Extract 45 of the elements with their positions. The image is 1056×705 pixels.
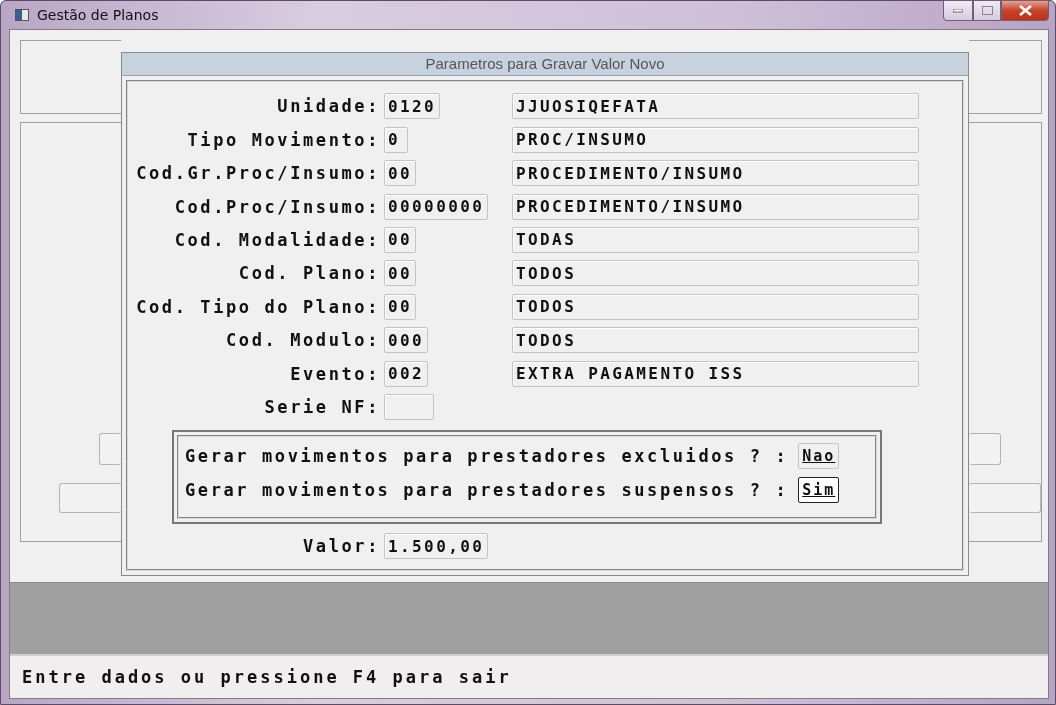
field-label: Cod.Gr.Proc/Insumo: xyxy=(135,163,381,184)
app-icon xyxy=(15,8,29,21)
field-label: Cod. Plano: xyxy=(237,263,381,284)
code-field[interactable]: 1.500,00 xyxy=(384,533,489,560)
code-field[interactable]: 0120 xyxy=(384,93,441,120)
description-field: PROC/INSUMO xyxy=(512,126,919,153)
code-field[interactable]: 0 xyxy=(384,126,408,153)
minimize-icon xyxy=(953,8,963,13)
field-label: Cod.Proc/Insumo: xyxy=(173,196,381,217)
maximize-button[interactable] xyxy=(973,0,1001,21)
maximize-icon xyxy=(981,6,993,15)
field-label: Cod. Modulo: xyxy=(224,330,381,351)
field-label: Unidade: xyxy=(276,96,381,117)
code-field[interactable]: 000 xyxy=(384,327,429,354)
description-field: PROCEDIMENTO/INSUMO xyxy=(512,193,919,220)
description-field: EXTRA PAGAMENTO ISS xyxy=(512,360,919,387)
field-label: Evento: xyxy=(289,363,381,384)
code-field[interactable]: 002 xyxy=(384,360,429,387)
description-field: TODOS xyxy=(512,327,919,354)
description-field: TODAS xyxy=(512,226,919,253)
field-label: Valor: xyxy=(302,536,381,557)
description-field: JJUOSIQEFATA xyxy=(512,93,919,120)
description-field: TODOS xyxy=(512,260,919,287)
field-label: Serie NF: xyxy=(263,396,381,417)
answer-field[interactable]: Nao xyxy=(798,442,840,469)
code-field[interactable]: 00 xyxy=(384,226,417,253)
code-field[interactable]: 00 xyxy=(384,160,417,187)
question-text: Gerar movimentos para prestadores excluidos ? : xyxy=(185,445,789,466)
code-field[interactable]: 00 xyxy=(384,260,417,287)
status-message: Entre dados ou pressione F4 para sair xyxy=(22,667,512,687)
field-label: Cod. Tipo do Plano: xyxy=(135,296,381,317)
code-field[interactable]: 00 xyxy=(384,293,417,320)
answer-field[interactable]: Sim xyxy=(798,476,840,503)
field-label: Cod. Modalidade: xyxy=(173,229,381,250)
description-field: PROCEDIMENTO/INSUMO xyxy=(512,160,919,187)
description-field: TODOS xyxy=(512,293,919,320)
dialog-title: Parametros para Gravar Valor Novo xyxy=(122,52,968,76)
minimize-button[interactable] xyxy=(943,0,973,21)
close-icon xyxy=(1018,5,1032,16)
field-label: Tipo Movimento: xyxy=(186,129,381,150)
close-button[interactable] xyxy=(1001,0,1049,21)
code-field[interactable]: 00000000 xyxy=(384,193,489,220)
question-text: Gerar movimentos para prestadores suspensos ? : xyxy=(185,479,789,500)
window-title: Gestão de Planos xyxy=(37,6,159,23)
code-field[interactable] xyxy=(384,393,434,420)
